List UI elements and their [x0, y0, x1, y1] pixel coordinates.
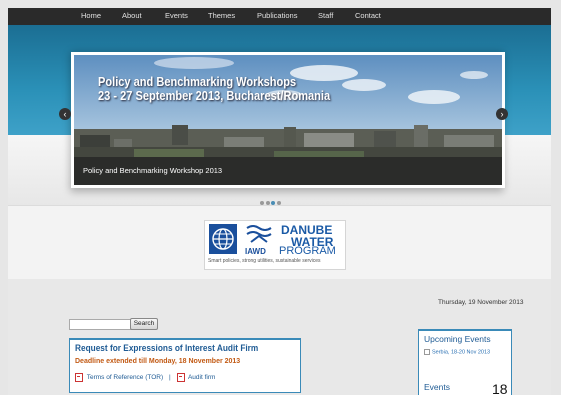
slide-title-line-1: Policy and Benchmarking Workshops — [98, 74, 297, 89]
page: Home About Events Themes Publications St… — [8, 8, 551, 395]
terms-of-reference-link[interactable]: Terms of Reference (TOR) — [87, 374, 163, 381]
news-deadline: Deadline extended till Monday, 18 Novemb… — [75, 358, 241, 365]
current-date: Thursday, 19 November 2013 — [438, 299, 524, 306]
logo-tagline: Smart policies, strong utilities, sustai… — [208, 258, 321, 264]
slide-caption: Policy and Benchmarking Workshop 2013 — [83, 166, 223, 175]
slider-pagination — [260, 192, 282, 205]
nav-themes[interactable]: Themes — [208, 11, 235, 20]
logo-text-iawd: IAWD — [245, 247, 266, 256]
nav-about[interactable]: About — [122, 11, 142, 20]
nav-events[interactable]: Events — [165, 11, 188, 20]
danube-water-program-logo[interactable]: DANUBE WATER IAWD PROGRAM Smart policies… — [204, 220, 346, 270]
slide-caption-bar: Policy and Benchmarking Workshop 2013 — [74, 157, 502, 185]
globe-icon — [209, 224, 237, 254]
upcoming-events-heading: Upcoming Events — [424, 334, 491, 344]
slideshow-slide[interactable]: Policy and Benchmarking Workshops 23 - 2… — [71, 52, 505, 188]
audit-firm-link[interactable]: Audit firm — [188, 374, 215, 381]
slide-title-line-2: 23 - 27 September 2013, Bucharest/Romani… — [98, 88, 331, 103]
upcoming-events-box: Upcoming Events Serbia, 18-20 Nov 2013 E… — [418, 329, 512, 395]
event-item-label: Serbia, 18-20 Nov 2013 — [432, 349, 491, 356]
main-content: Thursday, 19 November 2013 Search Reques… — [8, 279, 551, 395]
event-item[interactable]: Serbia, 18-20 Nov 2013 — [424, 349, 490, 355]
slider-prev-button[interactable]: ‹ — [59, 108, 71, 120]
top-nav: Home About Events Themes Publications St… — [8, 8, 551, 25]
search-button[interactable]: Search — [130, 318, 158, 330]
nav-staff[interactable]: Staff — [318, 11, 333, 20]
search-input[interactable] — [69, 319, 132, 330]
news-title-link[interactable]: Request for Expressions of Interest Audi… — [75, 343, 258, 353]
nav-publications[interactable]: Publications — [257, 11, 297, 20]
chevron-right-icon: › — [500, 109, 504, 119]
slide-title: Policy and Benchmarking Workshops 23 - 2… — [98, 75, 330, 103]
chevron-left-icon: ‹ — [63, 109, 67, 119]
calendar-day-number: 18 — [492, 381, 508, 395]
pdf-icon — [75, 373, 83, 382]
nav-home[interactable]: Home — [81, 11, 101, 20]
pdf-icon — [176, 373, 185, 382]
logo-section: DANUBE WATER IAWD PROGRAM Smart policies… — [8, 205, 551, 280]
logo-text-program: PROGRAM — [279, 245, 336, 257]
news-box: Request for Expressions of Interest Audi… — [69, 338, 301, 393]
events-heading: Events — [424, 382, 450, 392]
news-attachments: Terms of Reference (TOR) | Audit firm — [75, 373, 215, 382]
nav-contact[interactable]: Contact — [355, 11, 381, 20]
water-wave-icon — [246, 225, 272, 243]
bullet-icon — [424, 349, 430, 355]
slider-next-button[interactable]: › — [496, 108, 508, 120]
link-separator: | — [168, 374, 171, 382]
